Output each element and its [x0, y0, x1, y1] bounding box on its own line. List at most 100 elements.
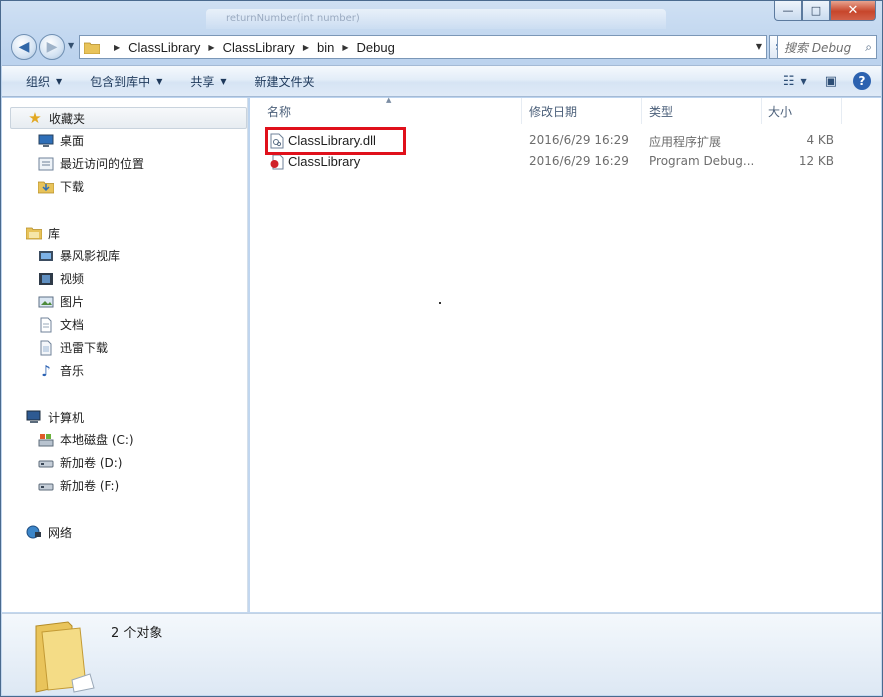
nav-item-label: 视频	[60, 272, 85, 286]
dll-file-icon	[270, 133, 284, 149]
search-input[interactable]: 搜索 Debug ⌕	[777, 35, 877, 59]
file-date: 2016/6/29 16:29	[529, 154, 629, 168]
recent-places-icon	[38, 156, 54, 172]
file-size: 12 KB	[798, 154, 834, 168]
column-header-label: 修改日期	[529, 104, 578, 119]
navigation-pane: ★ 收藏夹 桌面 最近访问的位置 下载 库 暴风影视库 视频 图片 文档 迅雷下…	[2, 98, 248, 612]
documents-icon	[38, 317, 54, 333]
nav-item-label: 下载	[60, 180, 85, 194]
nav-item-pictures[interactable]: 图片	[2, 290, 247, 313]
drive-icon	[38, 455, 54, 471]
column-header-label: 大小	[768, 104, 793, 119]
toolbar-right-group: ☷ ▼ ▣ ?	[771, 72, 871, 90]
nav-item-recent-places[interactable]: 最近访问的位置	[2, 152, 247, 175]
forward-button[interactable]: ▶	[39, 34, 65, 60]
search-icon[interactable]: ⌕	[865, 40, 872, 55]
desktop-icon	[38, 133, 54, 149]
nav-item-documents[interactable]: 文档	[2, 313, 247, 336]
file-name[interactable]: ClassLibrary	[288, 154, 360, 169]
sort-ascending-icon: ▲	[386, 96, 392, 104]
libraries-icon	[26, 225, 42, 241]
share-label: 共享	[190, 74, 215, 89]
nav-libraries[interactable]: 库	[2, 222, 247, 244]
file-name[interactable]: ClassLibrary.dll	[288, 133, 376, 148]
new-folder-button[interactable]: 新建文件夹	[255, 73, 315, 90]
file-size: 4 KB	[806, 133, 834, 147]
file-list-pane: 名称 ▲ 修改日期 类型 大小 ClassLibrary.dll 2016/6/…	[250, 96, 881, 612]
nav-item-music[interactable]: ♪ 音乐	[2, 359, 247, 382]
nav-item-drive-c[interactable]: 本地磁盘 (C:)	[2, 428, 247, 451]
breadcrumb-separator-icon[interactable]: ▶	[342, 43, 348, 52]
column-header-date[interactable]: 修改日期	[522, 98, 642, 124]
star-icon: ★	[28, 109, 42, 127]
nav-item-thunder-download[interactable]: 迅雷下载	[2, 336, 247, 359]
file-type: 应用程序扩展	[649, 135, 722, 149]
file-row[interactable]: ClassLibrary.dll 2016/6/29 16:29 应用程序扩展 …	[250, 131, 881, 152]
organize-button[interactable]: 组织 ▼	[26, 73, 62, 90]
nav-item-videos[interactable]: 视频	[2, 267, 247, 290]
breadcrumb-separator-icon[interactable]: ▶	[303, 43, 309, 52]
nav-item-label: 本地磁盘 (C:)	[60, 433, 134, 447]
new-folder-label: 新建文件夹	[254, 74, 315, 89]
system-drive-icon	[38, 432, 54, 448]
network-group: 网络	[2, 521, 247, 543]
view-options-icon[interactable]: ☷	[783, 74, 795, 89]
item-count: 2 个对象	[111, 626, 163, 641]
breadcrumb-separator-icon[interactable]: ▶	[208, 43, 214, 52]
search-placeholder: 搜索 Debug	[784, 40, 852, 55]
nav-item-drive-f[interactable]: 新加卷 (F:)	[2, 474, 247, 497]
details-pane: 2 个对象	[2, 613, 881, 695]
favorites-group: ★ 收藏夹 桌面 最近访问的位置 下载	[2, 107, 247, 198]
breadcrumb-separator-icon[interactable]: ▶	[114, 43, 120, 52]
nav-item-desktop[interactable]: 桌面	[2, 129, 247, 152]
computer-group: 计算机 本地磁盘 (C:) 新加卷 (D:) 新加卷 (F:)	[2, 406, 247, 497]
column-header-name[interactable]: 名称 ▲	[250, 96, 522, 124]
column-header-size[interactable]: 大小	[762, 98, 842, 124]
nav-item-downloads[interactable]: 下载	[2, 175, 247, 198]
computer-icon	[26, 409, 42, 425]
nav-item-label: 桌面	[60, 134, 85, 148]
breadcrumb-item[interactable]: ClassLibrary	[128, 40, 200, 55]
nav-item-label: 暴风影视库	[60, 249, 121, 263]
nav-computer[interactable]: 计算机	[2, 406, 247, 428]
explorer-window: returnNumber(int number) — □ ✕ ◀ ▶ ▼ ▶ C…	[0, 0, 883, 697]
breadcrumb-item[interactable]: bin	[317, 40, 334, 55]
nav-item-drive-d[interactable]: 新加卷 (D:)	[2, 451, 247, 474]
nav-item-label: 新加卷 (F:)	[60, 479, 120, 493]
dropdown-arrow-icon: ▼	[56, 76, 63, 86]
nav-network[interactable]: 网络	[2, 521, 247, 543]
folder-icon	[84, 42, 100, 54]
breadcrumb: ▶ ClassLibrary ▶ ClassLibrary ▶ bin ▶ De…	[106, 40, 395, 55]
column-header-type[interactable]: 类型	[642, 98, 762, 124]
nav-item-label: 音乐	[60, 364, 85, 378]
music-icon: ♪	[41, 361, 51, 380]
nav-item-video-library[interactable]: 暴风影视库	[2, 244, 247, 267]
nav-item-label: 图片	[60, 295, 85, 309]
file-date: 2016/6/29 16:29	[529, 133, 629, 147]
organize-label: 组织	[26, 74, 51, 89]
recent-pages-dropdown-icon[interactable]: ▼	[68, 41, 74, 50]
help-icon[interactable]: ?	[853, 72, 871, 90]
column-headers: 名称 ▲ 修改日期 类型 大小	[250, 96, 881, 124]
minimize-button[interactable]: —	[774, 1, 802, 21]
nav-favorites-label: 收藏夹	[49, 111, 86, 126]
include-in-library-label: 包含到库中	[90, 74, 151, 89]
breadcrumb-item[interactable]: Debug	[356, 40, 394, 55]
dropdown-arrow-icon: ▼	[156, 76, 163, 86]
close-button[interactable]: ✕	[830, 1, 876, 21]
navigation-row: ◀ ▶ ▼ ▶ ClassLibrary ▶ ClassLibrary ▶ bi…	[1, 31, 882, 61]
window-controls: — □ ✕	[774, 1, 876, 21]
preview-pane-icon[interactable]: ▣	[825, 74, 837, 89]
share-button[interactable]: 共享 ▼	[190, 73, 226, 90]
nav-item-label: 最近访问的位置	[60, 157, 145, 171]
view-dropdown-icon[interactable]: ▼	[801, 77, 807, 86]
breadcrumb-item[interactable]: ClassLibrary	[223, 40, 295, 55]
include-in-library-button[interactable]: 包含到库中 ▼	[90, 73, 162, 90]
address-dropdown-icon[interactable]: ▼	[756, 42, 762, 51]
nav-favorites[interactable]: ★ 收藏夹	[10, 107, 247, 129]
address-bar[interactable]: ▶ ClassLibrary ▶ ClassLibrary ▶ bin ▶ De…	[79, 35, 767, 59]
back-button[interactable]: ◀	[11, 34, 37, 60]
maximize-button[interactable]: □	[802, 1, 830, 21]
title-bar: returnNumber(int number) — □ ✕	[1, 1, 882, 29]
file-row[interactable]: ClassLibrary 2016/6/29 16:29 Program Deb…	[250, 152, 881, 173]
